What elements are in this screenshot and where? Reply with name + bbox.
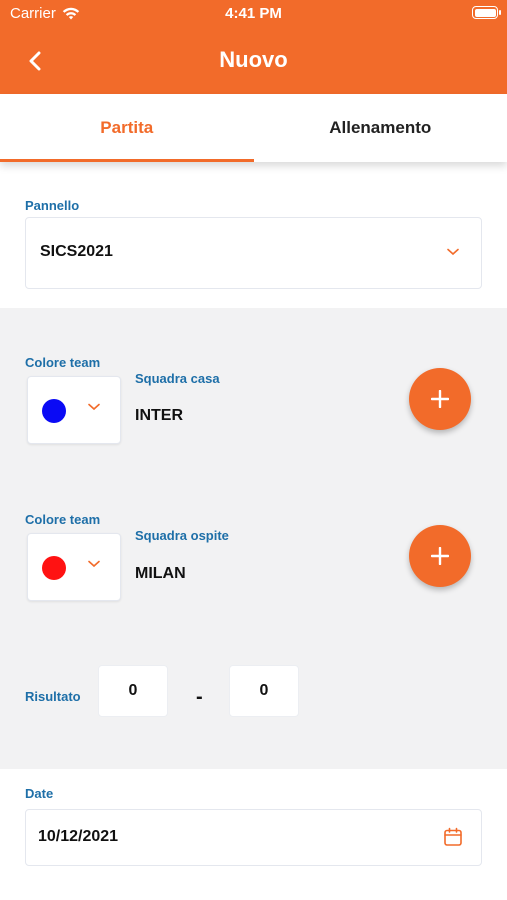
date-label: Date [25, 786, 54, 801]
tab-partita[interactable]: Partita [0, 94, 254, 162]
chevron-down-icon [88, 403, 100, 411]
plus-icon [431, 547, 449, 565]
away-color-picker[interactable] [27, 533, 121, 601]
panel-label: Pannello [25, 198, 80, 213]
chevron-down-icon [88, 560, 100, 568]
away-color-label: Colore team [25, 512, 101, 527]
away-team-name: MILAN [135, 565, 186, 582]
app-header: Carrier 4:41 PM Nuovo [0, 0, 507, 94]
tab-bar: Partita Allenamento [0, 94, 507, 162]
battery-icon [472, 6, 501, 19]
teams-section: Colore team Squadra casa INTER Colore te… [0, 308, 507, 769]
result-label: Risultato [25, 689, 81, 704]
calendar-icon [444, 827, 462, 846]
date-value: 10/12/2021 [38, 828, 119, 845]
status-time: 4:41 PM [225, 5, 282, 22]
home-color-label: Colore team [25, 355, 101, 370]
score-separator: - [196, 686, 203, 708]
panel-select[interactable]: SICS2021 [25, 217, 482, 289]
tab-allenamento[interactable]: Allenamento [254, 94, 507, 162]
page-title: Nuovo [219, 47, 288, 72]
chevron-down-icon [447, 248, 459, 256]
date-section: Date 10/12/2021 [0, 769, 507, 900]
home-color-swatch [42, 399, 66, 423]
date-field[interactable]: 10/12/2021 [25, 809, 482, 866]
panel-value: SICS2021 [40, 243, 113, 260]
panel-section: Pannello SICS2021 [0, 162, 507, 308]
home-team-label: Squadra casa [135, 371, 220, 386]
away-team-label: Squadra ospite [135, 528, 229, 543]
away-score-input[interactable]: 0 [229, 665, 299, 717]
add-away-team-button[interactable] [409, 525, 471, 587]
home-score-input[interactable]: 0 [98, 665, 168, 717]
add-home-team-button[interactable] [409, 368, 471, 430]
away-color-swatch [42, 556, 66, 580]
home-color-picker[interactable] [27, 376, 121, 444]
plus-icon [431, 390, 449, 408]
status-bar: Carrier 4:41 PM [0, 0, 507, 28]
home-team-name: INTER [135, 407, 183, 424]
